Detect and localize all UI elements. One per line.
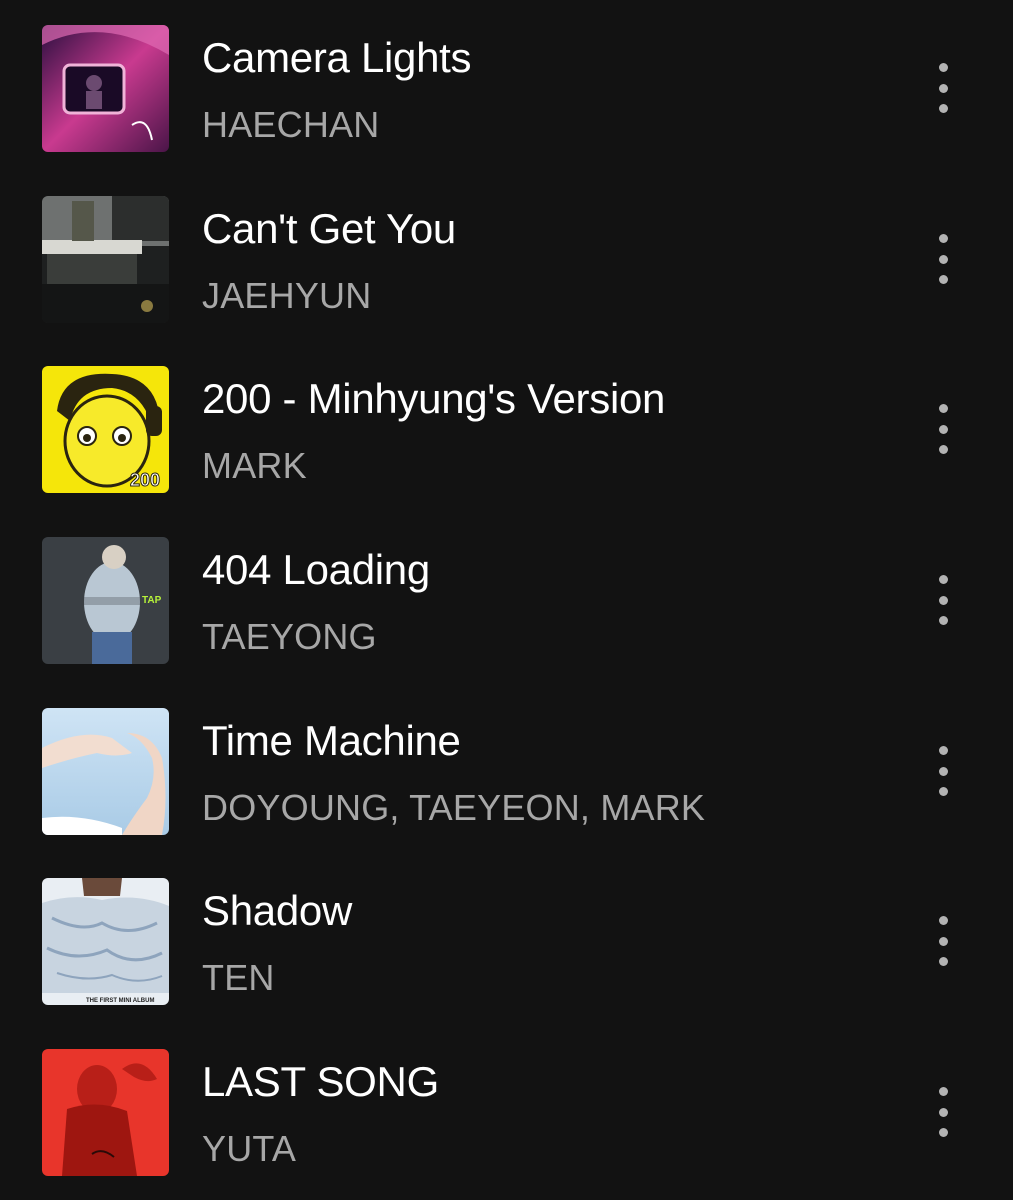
album-cover-image[interactable] [42,25,169,152]
track-row[interactable]: Can't Get You JAEHYUN [0,171,1013,341]
track-list: Camera Lights HAECHAN Can't Get You JAEH… [0,0,1013,1200]
track-title[interactable]: Shadow [202,887,352,935]
more-vertical-icon[interactable] [923,229,963,289]
track-row[interactable]: Camera Lights HAECHAN [0,0,1013,170]
album-cover-camera-lights [42,25,169,152]
track-row[interactable]: TAP 404 Loading TAEYONG [0,512,1013,682]
more-vertical-icon[interactable] [923,1082,963,1142]
more-vertical-icon[interactable] [923,399,963,459]
more-vertical-icon[interactable] [923,911,963,971]
album-cover-image[interactable] [42,1049,169,1176]
album-cover-200: 200 [42,366,169,493]
album-cover-image[interactable]: THE FIRST MINI ALBUM [42,878,169,1005]
cover-text: THE FIRST MINI ALBUM [86,998,154,1004]
more-vertical-icon[interactable] [923,570,963,630]
album-cover-image[interactable] [42,196,169,323]
album-cover-image[interactable]: TAP [42,537,169,664]
album-cover-image[interactable] [42,708,169,835]
track-artist[interactable]: DOYOUNG, TAEYEON, MARK [202,787,705,829]
track-artist[interactable]: JAEHYUN [202,275,371,317]
track-artist[interactable]: TAEYONG [202,616,377,658]
cover-text: 200 [130,470,160,490]
track-title[interactable]: 200 - Minhyung's Version [202,375,665,423]
track-row[interactable]: THE FIRST MINI ALBUM Shadow TEN [0,853,1013,1023]
track-artist[interactable]: TEN [202,957,275,999]
track-title[interactable]: 404 Loading [202,546,430,594]
track-row[interactable]: Time Machine DOYOUNG, TAEYEON, MARK [0,683,1013,853]
more-vertical-icon[interactable] [923,58,963,118]
track-artist[interactable]: MARK [202,445,307,487]
album-cover-shadow: THE FIRST MINI ALBUM [42,878,169,1005]
album-cover-cant-get-you [42,196,169,323]
track-artist[interactable]: YUTA [202,1128,296,1170]
track-artist[interactable]: HAECHAN [202,104,379,146]
more-vertical-icon[interactable] [923,741,963,801]
album-cover-last-song [42,1049,169,1176]
album-cover-404-loading: TAP [42,537,169,664]
album-cover-time-machine [42,708,169,835]
track-row[interactable]: LAST SONG YUTA [0,1024,1013,1194]
cover-text: TAP [142,595,162,606]
track-title[interactable]: Time Machine [202,717,461,765]
track-title[interactable]: Camera Lights [202,34,472,82]
track-title[interactable]: Can't Get You [202,205,456,253]
track-title[interactable]: LAST SONG [202,1058,439,1106]
album-cover-image[interactable]: 200 [42,366,169,493]
track-row[interactable]: 200 200 - Minhyung's Version MARK [0,341,1013,511]
